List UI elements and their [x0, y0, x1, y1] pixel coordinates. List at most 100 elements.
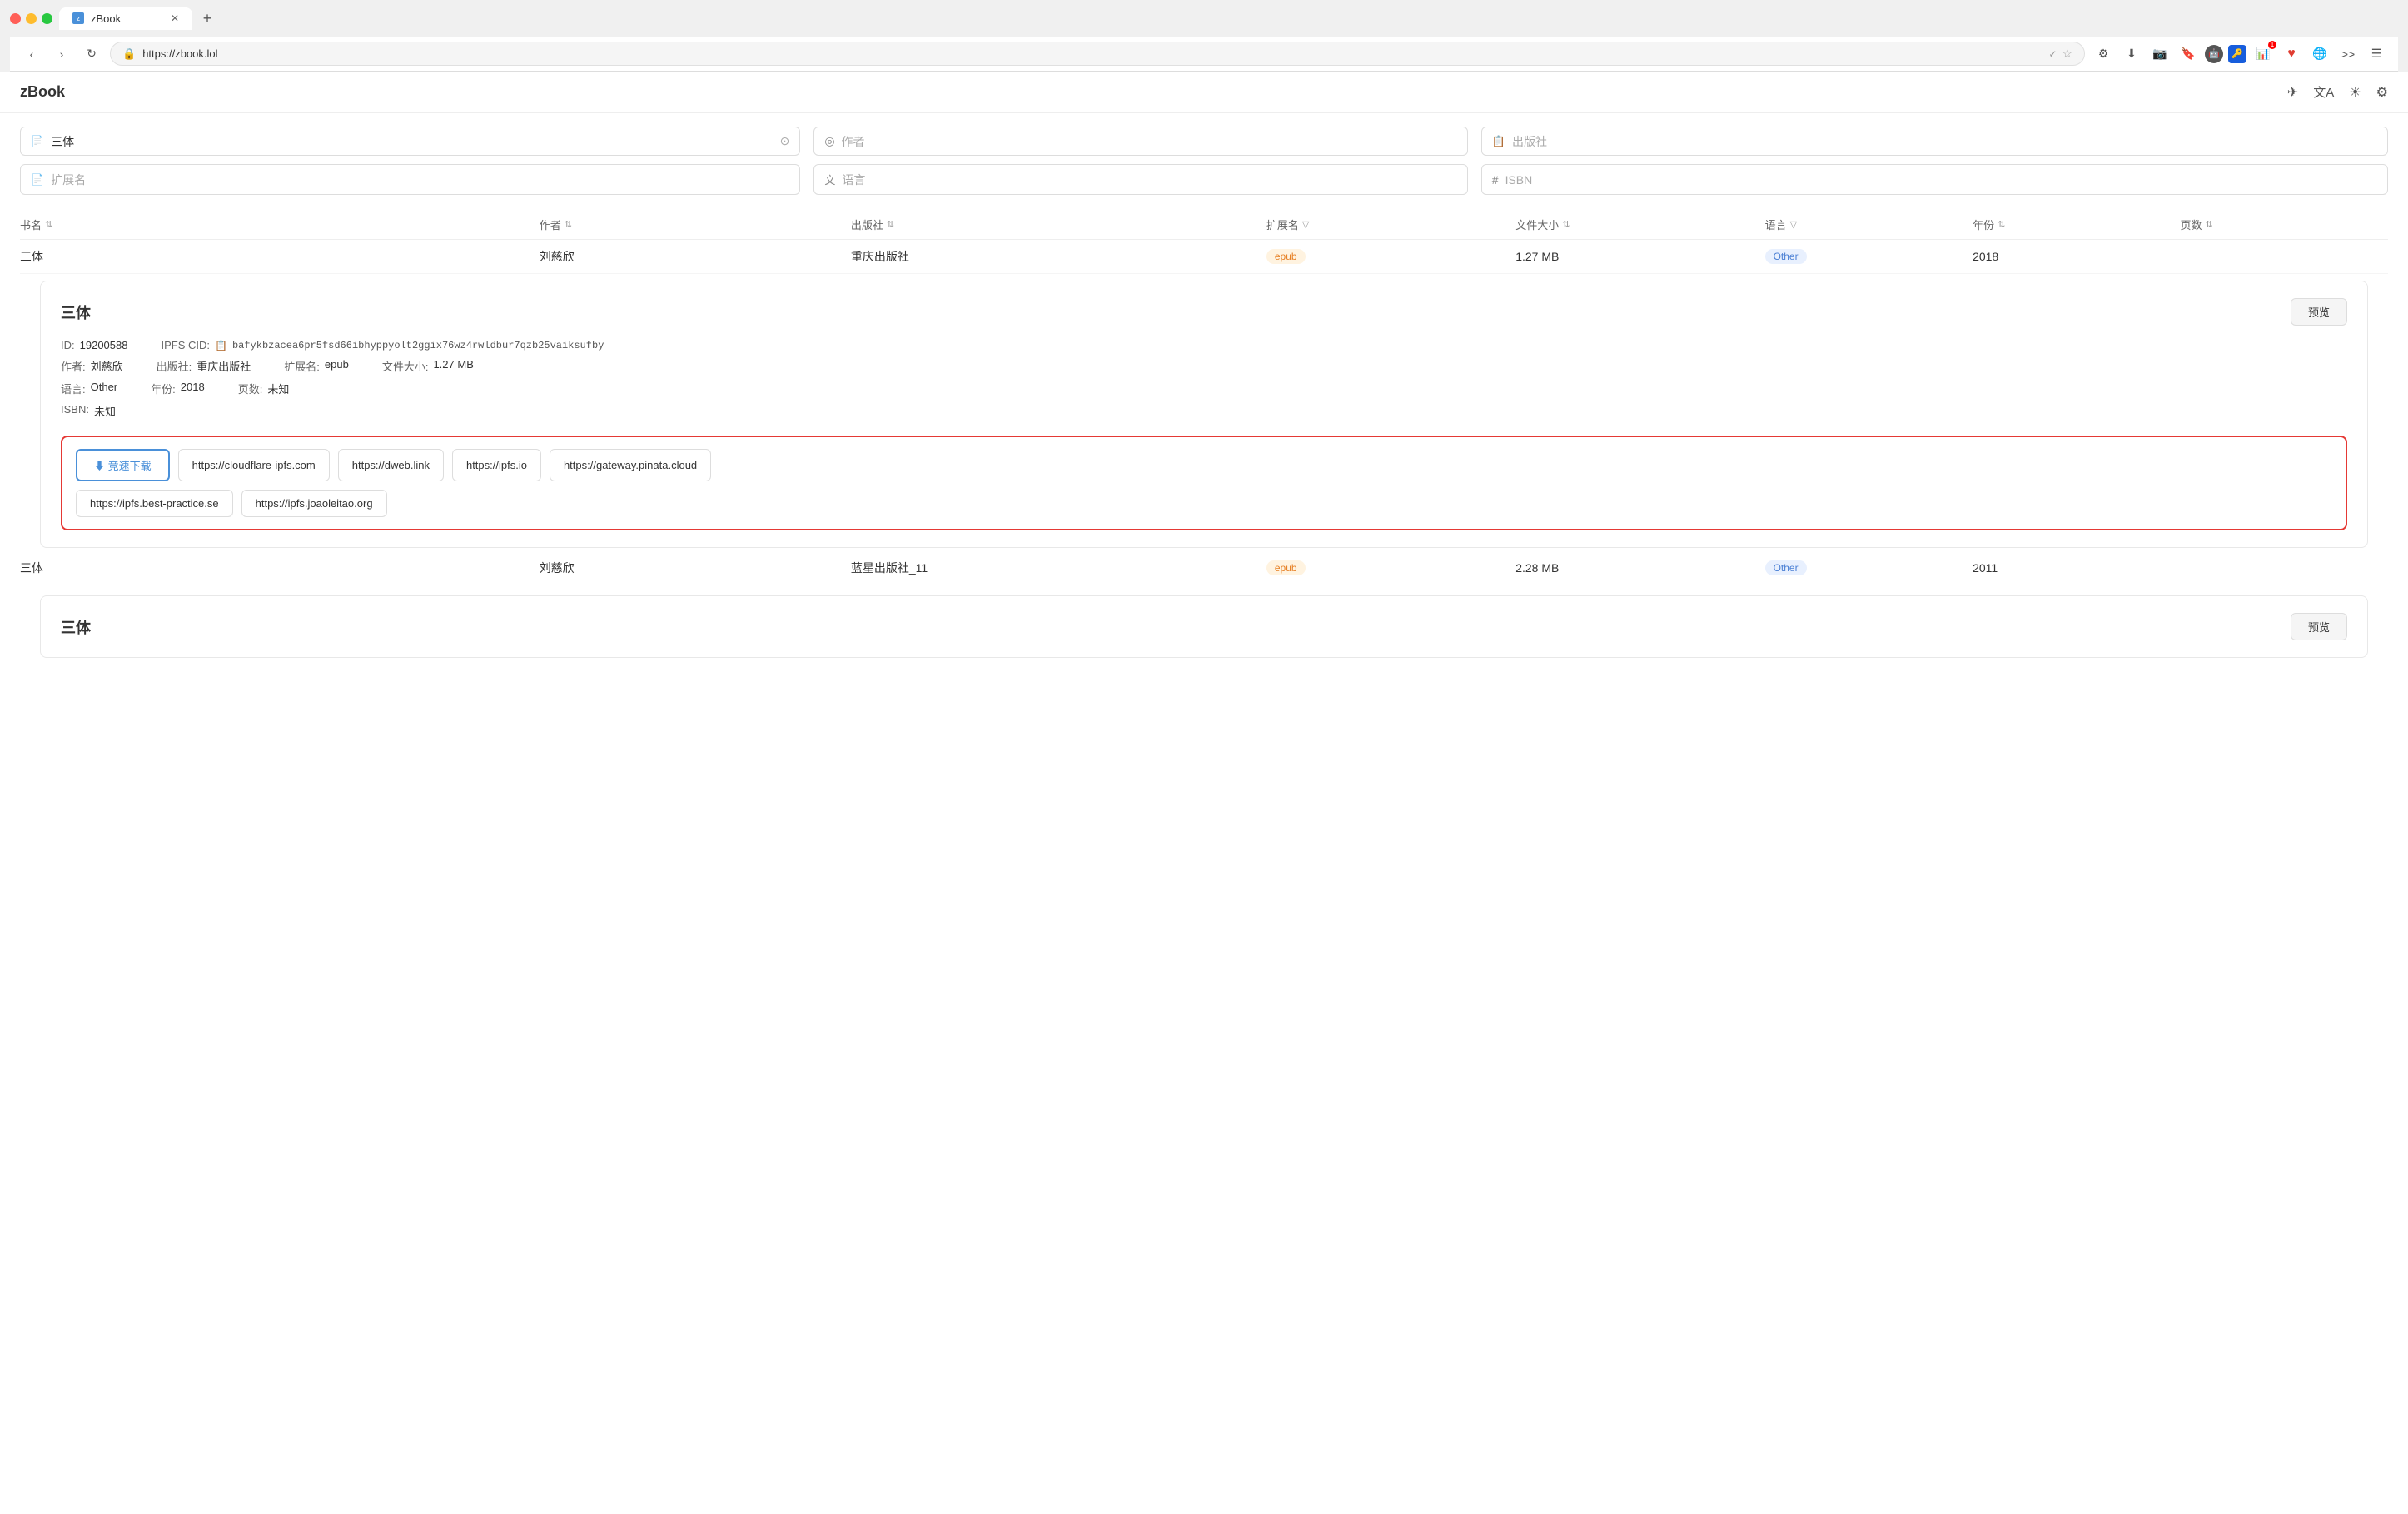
more-tools-button[interactable]: >>	[2336, 42, 2360, 66]
active-tab[interactable]: z zBook ✕	[59, 7, 192, 30]
year-sort-icon[interactable]: ⇅	[1998, 219, 2005, 230]
download-link-2[interactable]: https://dweb.link	[338, 449, 444, 481]
tab-close-button[interactable]: ✕	[171, 12, 179, 24]
row1-title: 三体	[20, 248, 43, 265]
bookmark-icon[interactable]: 🔖	[2177, 42, 2200, 66]
lang-search-input[interactable]	[842, 173, 1456, 187]
pocket-icon[interactable]: ♥	[2280, 42, 2303, 66]
size-label: 文件大小:	[382, 358, 429, 374]
brightness-icon[interactable]: ☀	[2349, 84, 2361, 101]
row1-author: 刘慈欣	[540, 248, 575, 265]
pages-sort-icon[interactable]: ⇅	[2206, 219, 2213, 230]
bitwarden-icon[interactable]: 🔑	[2228, 45, 2246, 63]
book-icon: 📄	[31, 135, 44, 148]
download-section: ⬇ 竞速下载 https://cloudflare-ipfs.com https…	[61, 436, 2347, 530]
year-value: 2018	[181, 381, 205, 396]
publisher-header[interactable]: 出版社	[851, 217, 883, 232]
lang-search-wrap: 文	[813, 164, 1467, 195]
ext-filter-icon[interactable]: ▽	[1302, 219, 1309, 230]
ext-header[interactable]: 扩展名	[1266, 217, 1299, 232]
fast-download-button[interactable]: ⬇ 竞速下载	[76, 449, 170, 481]
row1-year: 2018	[1973, 250, 1998, 263]
lang-header[interactable]: 语言	[1765, 217, 1787, 232]
row2-lang-badge: Other	[1765, 560, 1807, 575]
new-tab-button[interactable]: +	[196, 7, 219, 30]
pages-label: 页数:	[238, 381, 263, 396]
extension2-icon[interactable]: 📊 1	[2251, 42, 2275, 66]
year-label: 年份:	[151, 381, 176, 396]
ipfs-cid-value: bafykbzacea6pr5fsd66ibhyppyolt2ggix76wz4…	[232, 340, 604, 351]
forward-button[interactable]: ›	[50, 42, 73, 66]
row2-year: 2011	[1973, 561, 1998, 575]
table-header: 书名 ⇅ 作者 ⇅ 出版社 ⇅ 扩展名 ▽ 文件大小 ⇅ 语言 ▽	[20, 210, 2388, 240]
size-header[interactable]: 文件大小	[1515, 217, 1559, 232]
ext-search-input[interactable]	[51, 173, 789, 187]
screenshot-icon[interactable]: 📷	[2148, 42, 2172, 66]
book-search-input[interactable]	[51, 135, 773, 148]
maximize-button[interactable]	[42, 13, 52, 24]
download-link-3[interactable]: https://ipfs.io	[452, 449, 541, 481]
size-sort-icon[interactable]: ⇅	[1562, 219, 1570, 230]
row2-author: 刘慈欣	[540, 560, 575, 576]
download-icon[interactable]: ⬇	[2120, 42, 2143, 66]
copy-icon[interactable]: 📋	[215, 340, 227, 351]
download-link-5[interactable]: https://ipfs.best-practice.se	[76, 490, 233, 517]
publisher-value: 重庆出版社	[197, 358, 251, 374]
row1-lang-badge: Other	[1765, 249, 1807, 264]
address-bar[interactable]: 🔒 https://zbook.lol ✓ ☆	[110, 42, 2085, 66]
send-icon[interactable]: ✈	[2287, 84, 2298, 101]
download-link-4[interactable]: https://gateway.pinata.cloud	[550, 449, 711, 481]
lang-filter-icon[interactable]: ▽	[1790, 219, 1797, 230]
year-header[interactable]: 年份	[1973, 217, 1994, 232]
preview-button[interactable]: 预览	[2291, 298, 2347, 326]
book-search-wrap: 📄 ⊙	[20, 127, 800, 156]
star-icon[interactable]: ☆	[2062, 47, 2072, 61]
title-sort-icon[interactable]: ⇅	[45, 219, 52, 230]
row2-size: 2.28 MB	[1515, 561, 1559, 575]
download-link-6[interactable]: https://ipfs.joaoleitao.org	[241, 490, 387, 517]
size-value: 1.27 MB	[433, 358, 473, 374]
ext-label: 扩展名:	[284, 358, 320, 374]
download-link-1[interactable]: https://cloudflare-ipfs.com	[178, 449, 330, 481]
search-section: 📄 ⊙ ◎ 📋 📄 文	[0, 113, 2408, 210]
app-logo: zBook	[20, 83, 2287, 101]
app-header: zBook ✈ 文A ☀ ⚙	[0, 72, 2408, 113]
lock-icon: 🔒	[122, 47, 136, 61]
pages-header[interactable]: 页数	[2181, 217, 2202, 232]
menu-button[interactable]: ☰	[2365, 42, 2388, 66]
row1-size: 1.27 MB	[1515, 250, 1559, 263]
extensions-icon[interactable]: ⚙	[2092, 42, 2115, 66]
copilot-icon[interactable]: 🤖	[2205, 45, 2223, 63]
back-button[interactable]: ‹	[20, 42, 43, 66]
author-header[interactable]: 作者	[540, 217, 561, 232]
settings-icon[interactable]: ⚙	[2376, 84, 2388, 101]
vpn-icon[interactable]: 🌐	[2308, 42, 2331, 66]
table-row[interactable]: 三体 刘慈欣 重庆出版社 epub 1.27 MB Other 2018	[20, 240, 2388, 274]
translate-icon[interactable]: 文A	[2313, 83, 2334, 101]
lang-icon: 文	[824, 172, 835, 187]
author-icon: ◎	[824, 134, 834, 148]
author-search-input[interactable]	[842, 135, 1457, 148]
author-value: 刘慈欣	[91, 358, 123, 374]
isbn-search-input[interactable]	[1505, 173, 2377, 187]
url-text: https://zbook.lol	[142, 47, 217, 60]
clear-icon[interactable]: ⊙	[780, 134, 790, 148]
reload-button[interactable]: ↻	[80, 42, 103, 66]
isbn-label: ISBN:	[61, 403, 89, 419]
second-preview-button[interactable]: 预览	[2291, 613, 2347, 640]
second-detail-title: 三体	[61, 616, 91, 638]
author-label: 作者:	[61, 358, 86, 374]
second-detail-panel: 三体 预览	[40, 595, 2368, 658]
check-icon: ✓	[2048, 48, 2057, 60]
publisher-sort-icon[interactable]: ⇅	[887, 219, 894, 230]
table-row[interactable]: 三体 刘慈欣 蓝星出版社_11 epub 2.28 MB Other 2011	[20, 551, 2388, 585]
minimize-button[interactable]	[26, 13, 37, 24]
pages-value: 未知	[267, 381, 289, 396]
publisher-search-input[interactable]	[1512, 135, 2377, 148]
author-sort-icon[interactable]: ⇅	[565, 219, 572, 230]
title-header[interactable]: 书名	[20, 217, 42, 232]
tab-favicon: z	[72, 12, 84, 24]
row1-ext-badge: epub	[1266, 249, 1306, 264]
close-button[interactable]	[10, 13, 21, 24]
isbn-search-wrap: #	[1481, 164, 2388, 195]
